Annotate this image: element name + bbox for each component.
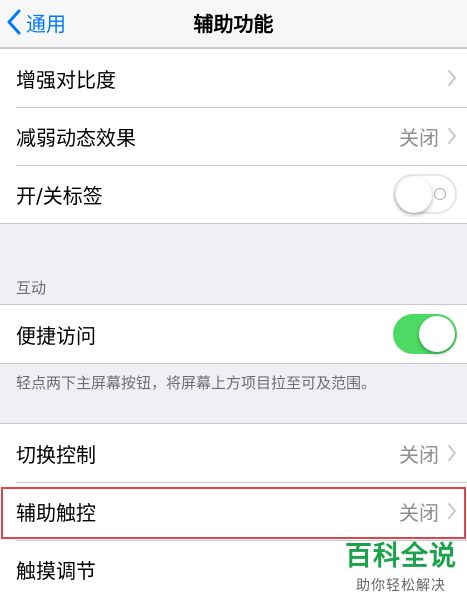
row-label: 便捷访问	[16, 323, 96, 348]
chevron-right-icon	[448, 70, 456, 86]
reachability-toggle[interactable]	[393, 314, 457, 354]
on-off-labels-toggle[interactable]	[393, 174, 457, 214]
row-switch-control[interactable]: 切换控制 关闭	[0, 424, 467, 482]
row-reduce-motion[interactable]: 减弱动态效果 关闭	[0, 107, 467, 165]
row-label: 减弱动态效果	[16, 125, 136, 150]
row-increase-contrast[interactable]: 增强对比度	[0, 49, 467, 107]
section-header-interaction: 互动	[16, 279, 47, 297]
off-label-icon	[434, 188, 446, 200]
reachability-footer-note: 轻点两下主屏幕按钮，将屏幕上方项目拉至可及范围。	[16, 374, 377, 392]
row-assistive-touch[interactable]: 辅助触控 关闭	[0, 482, 467, 540]
toggle-knob	[396, 177, 432, 213]
row-label: 切换控制	[16, 442, 96, 467]
row-label: 触摸调节	[16, 558, 96, 583]
watermark-title: 百科全说	[345, 541, 457, 572]
row-value: 关闭	[399, 500, 439, 525]
display-settings-group: 增强对比度 减弱动态效果 关闭 开/关标签	[0, 48, 467, 224]
row-value: 关闭	[399, 442, 439, 467]
page-title: 辅助功能	[193, 11, 274, 36]
chevron-right-icon	[448, 128, 456, 144]
row-label: 辅助触控	[16, 500, 96, 525]
navigation-bar: 通用 辅助功能	[0, 0, 467, 48]
interaction-group: 便捷访问	[0, 304, 467, 364]
row-reachability: 便捷访问	[0, 305, 467, 363]
row-label: 增强对比度	[16, 67, 116, 92]
row-on-off-labels: 开/关标签	[0, 165, 467, 223]
watermark-subtitle: 助你轻松解决	[356, 578, 446, 594]
chevron-right-icon	[448, 503, 456, 519]
watermark: 百科全说 助你轻松解决	[345, 534, 457, 595]
row-value: 关闭	[399, 125, 439, 150]
chevron-right-icon	[448, 445, 456, 461]
row-label: 开/关标签	[16, 183, 103, 208]
toggle-knob	[419, 316, 455, 352]
